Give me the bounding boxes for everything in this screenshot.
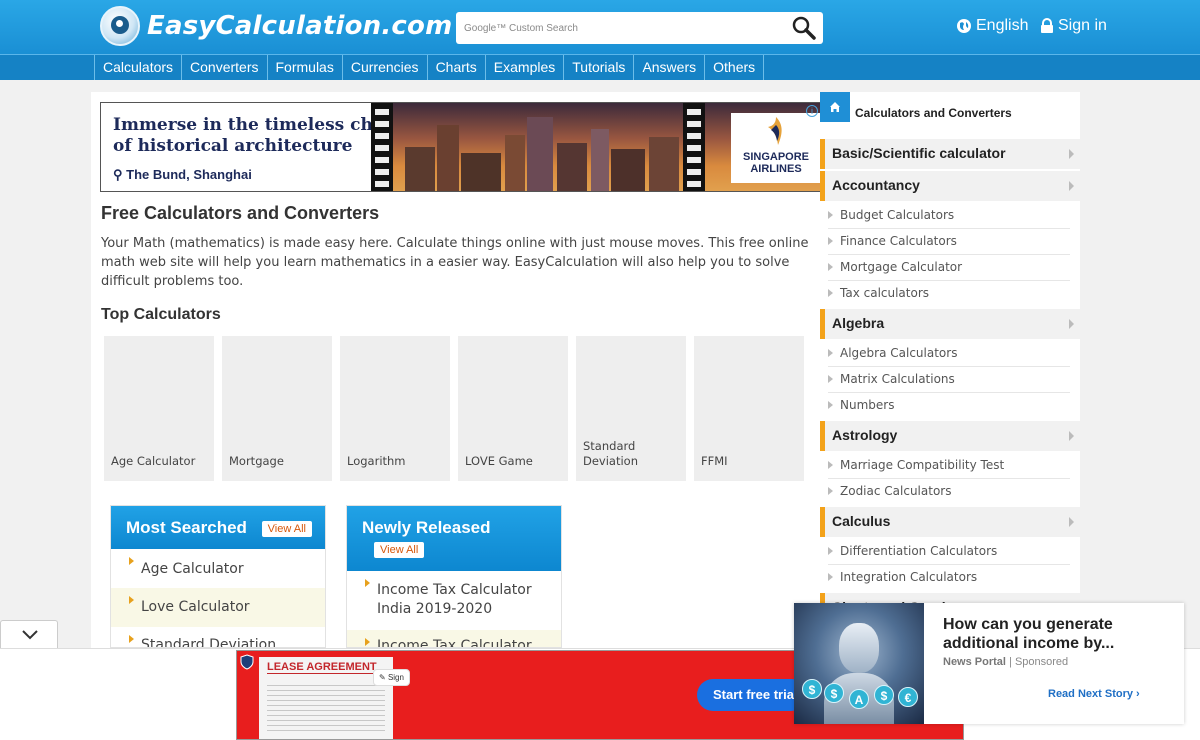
sidebar-item-matrix-calculations[interactable]: Matrix Calculations bbox=[828, 367, 1070, 393]
pen-icon: ✎ bbox=[379, 673, 386, 682]
calculator-tile[interactable]: Mortgage bbox=[222, 336, 332, 481]
native-ad-card[interactable]: $ $ A $ € How can you generate additiona… bbox=[794, 603, 1184, 724]
singapore-airlines-logo: SINGAPORE AIRLINES bbox=[731, 113, 821, 183]
coin-icon: $ bbox=[874, 685, 894, 705]
sidebar-menu: Basic/Scientific calculator Accountancy … bbox=[820, 139, 1080, 612]
sign-in-label: Sign in bbox=[1058, 17, 1107, 34]
lease-title: LEASE AGREEMENT bbox=[267, 661, 377, 674]
nav-item-calculators[interactable]: Calculators bbox=[94, 55, 183, 80]
start-free-trial-button[interactable]: Start free trial bbox=[697, 679, 807, 711]
list-item[interactable]: Standard Deviation bbox=[111, 627, 325, 647]
sign-chip: ✎ Sign bbox=[373, 669, 410, 686]
lease-document-image: LEASE AGREEMENT bbox=[259, 657, 393, 739]
site-name: EasyCalculation.com bbox=[147, 11, 453, 41]
top-banner-ad[interactable]: Immerse in the timeless charm of histori… bbox=[100, 102, 823, 192]
shield-icon bbox=[240, 654, 254, 670]
sidebar: Calculators and Converters Basic/Scienti… bbox=[820, 92, 1080, 612]
coin-icon: $ bbox=[802, 679, 822, 699]
search-icon bbox=[792, 16, 816, 40]
sidebar-item-mortgage-calculator[interactable]: Mortgage Calculator bbox=[828, 255, 1070, 281]
sidebar-item-numbers[interactable]: Numbers bbox=[828, 393, 1070, 419]
intro-text: Your Math (mathematics) is made easy her… bbox=[101, 236, 809, 289]
nav-item-formulas[interactable]: Formulas bbox=[268, 55, 343, 80]
coin-icon: $ bbox=[824, 683, 844, 703]
top-calculators-heading: Top Calculators bbox=[101, 306, 221, 323]
newly-released-header: Newly Released View All bbox=[347, 506, 561, 571]
list-item[interactable]: Love Calculator bbox=[111, 588, 325, 627]
sidebar-title: Calculators and Converters bbox=[855, 106, 1012, 120]
sidebar-category-algebra[interactable]: Algebra bbox=[820, 309, 1080, 339]
nav-item-examples[interactable]: Examples bbox=[486, 55, 565, 80]
lock-icon bbox=[1041, 18, 1053, 33]
top-calculators-grid: Age Calculator Mortgage Logarithm LOVE G… bbox=[104, 336, 804, 481]
language-selector[interactable]: English bbox=[956, 17, 1028, 35]
list-item[interactable]: Income Tax Calculator bbox=[347, 630, 561, 647]
calculator-tile[interactable]: Logarithm bbox=[340, 336, 450, 481]
sign-in-link[interactable]: Sign in bbox=[1040, 17, 1107, 35]
site-logo[interactable]: EasyCalculation.com bbox=[100, 6, 452, 46]
ad-skyline-image: SINGAPORE AIRLINES bbox=[371, 103, 821, 191]
film-strip-left bbox=[371, 103, 393, 191]
list-item[interactable]: Income Tax Calculator India 2019-2020 bbox=[347, 571, 561, 630]
sidebar-category-calculus[interactable]: Calculus bbox=[820, 507, 1080, 537]
nav-item-currencies[interactable]: Currencies bbox=[343, 55, 428, 80]
sidebar-item-finance-calculators[interactable]: Finance Calculators bbox=[828, 229, 1070, 255]
coin-icon: € bbox=[898, 687, 918, 707]
nav-item-charts[interactable]: Charts bbox=[428, 55, 486, 80]
home-icon bbox=[830, 102, 840, 112]
most-searched-box: Most Searched View All Age Calculator Lo… bbox=[110, 505, 326, 648]
nav-item-tutorials[interactable]: Tutorials bbox=[564, 55, 635, 80]
sidebar-item-differentiation-calculators[interactable]: Differentiation Calculators bbox=[828, 539, 1070, 565]
sidebar-item-integration-calculators[interactable]: Integration Calculators bbox=[828, 565, 1070, 591]
most-searched-header: Most Searched View All bbox=[111, 506, 325, 549]
calculator-tile[interactable]: LOVE Game bbox=[458, 336, 568, 481]
search-input[interactable] bbox=[464, 18, 784, 38]
sidebar-item-tax-calculators[interactable]: Tax calculators bbox=[828, 281, 1070, 307]
newly-released-view-all-button[interactable]: View All bbox=[374, 542, 425, 559]
home-button[interactable] bbox=[820, 92, 850, 122]
newly-released-box: Newly Released View All Income Tax Calcu… bbox=[346, 505, 562, 648]
ad-location: ⚲ The Bund, Shanghai bbox=[113, 167, 252, 182]
calculator-tile[interactable]: Age Calculator bbox=[104, 336, 214, 481]
nav-item-converters[interactable]: Converters bbox=[182, 55, 268, 80]
ai-robot-image: $ $ A $ € bbox=[794, 603, 924, 724]
ad-info-icon[interactable]: i bbox=[806, 105, 818, 117]
airline-bird-icon bbox=[768, 117, 782, 145]
read-next-story-link[interactable]: Read Next Story › bbox=[1048, 688, 1140, 700]
search-button[interactable] bbox=[791, 15, 817, 41]
location-pin-icon: ⚲ bbox=[113, 167, 123, 182]
collapse-ad-button[interactable] bbox=[0, 620, 58, 648]
sidebar-category-astrology[interactable]: Astrology bbox=[820, 421, 1080, 451]
nav-item-answers[interactable]: Answers bbox=[634, 55, 706, 80]
calculator-tile[interactable]: FFMI bbox=[694, 336, 804, 481]
most-searched-view-all-button[interactable]: View All bbox=[261, 520, 312, 537]
film-strip-right bbox=[683, 103, 705, 191]
sidebar-item-algebra-calculators[interactable]: Algebra Calculators bbox=[828, 341, 1070, 367]
chevron-down-icon bbox=[22, 630, 38, 640]
list-item[interactable]: Age Calculator bbox=[111, 549, 325, 588]
globe-icon bbox=[957, 19, 971, 33]
language-label: English bbox=[976, 17, 1029, 34]
search-box bbox=[456, 12, 823, 44]
page-title: Free Calculators and Converters bbox=[101, 203, 380, 223]
main-nav: Calculators Converters Formulas Currenci… bbox=[0, 54, 1200, 80]
sidebar-item-zodiac-calculators[interactable]: Zodiac Calculators bbox=[828, 479, 1070, 505]
site-header: EasyCalculation.com English Sign in bbox=[0, 0, 1200, 54]
native-ad-source: News Portal | Sponsored bbox=[943, 656, 1069, 668]
sidebar-category-accountancy[interactable]: Accountancy bbox=[820, 171, 1080, 201]
sidebar-category-basic-scientific[interactable]: Basic/Scientific calculator bbox=[820, 139, 1080, 169]
native-ad-headline[interactable]: How can you generate additional income b… bbox=[943, 615, 1173, 653]
nav-item-others[interactable]: Others bbox=[705, 55, 765, 80]
ad-headline: Immerse in the timeless charm of histori… bbox=[113, 115, 411, 156]
calculator-tile[interactable]: Standard Deviation bbox=[576, 336, 686, 481]
coin-icon: A bbox=[849, 689, 869, 709]
sidebar-item-marriage-compatibility[interactable]: Marriage Compatibility Test bbox=[828, 453, 1070, 479]
sidebar-item-budget-calculators[interactable]: Budget Calculators bbox=[828, 203, 1070, 229]
logo-icon bbox=[100, 6, 140, 46]
